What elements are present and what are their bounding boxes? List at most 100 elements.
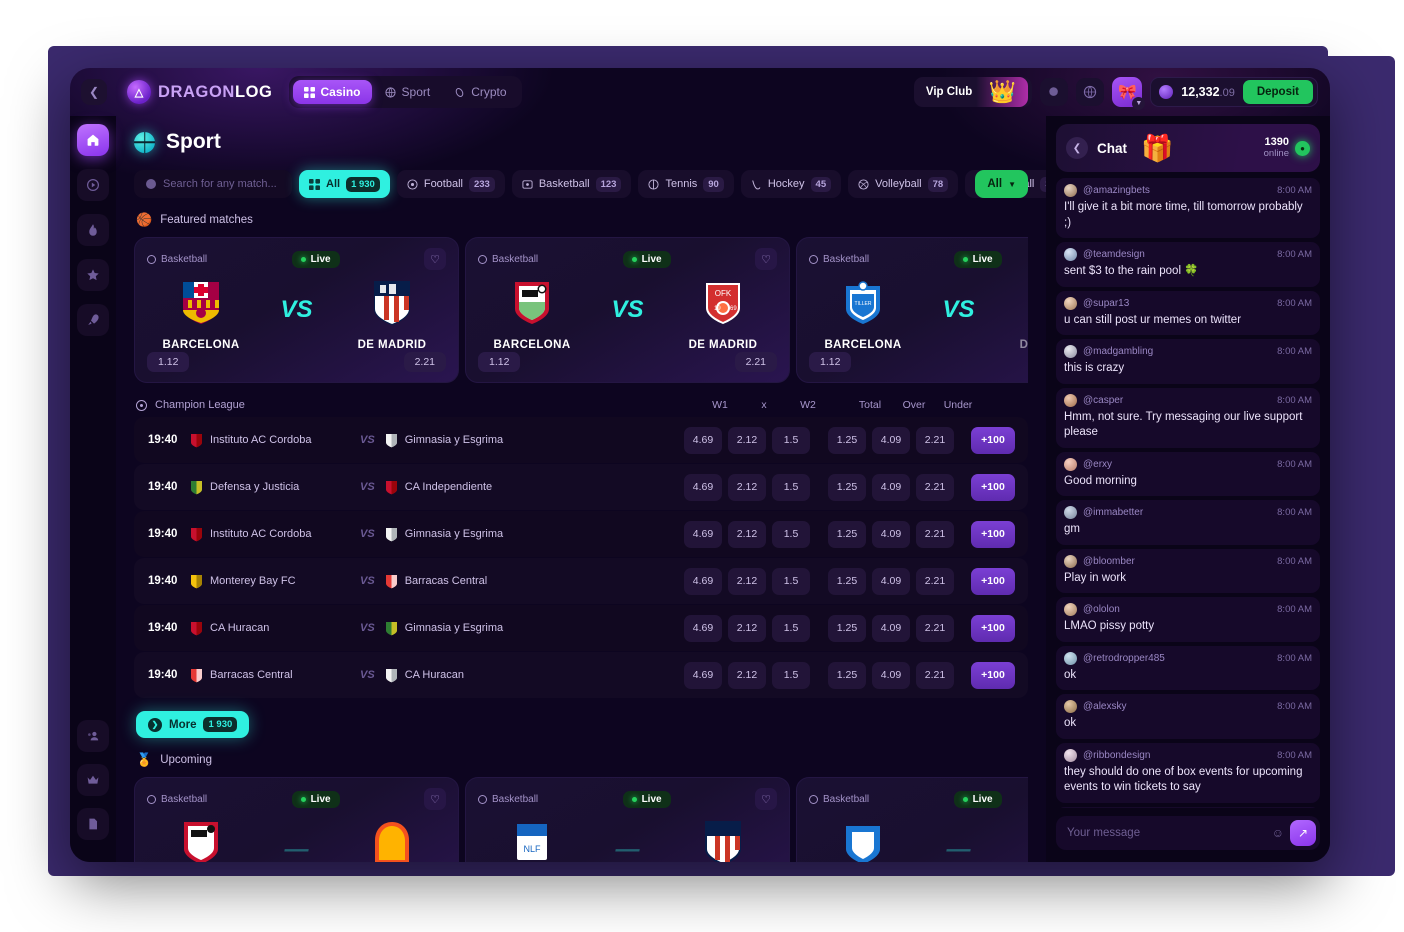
sidebar-item-docs[interactable] [77,808,109,840]
away-odd[interactable]: 2.21 [403,352,446,372]
odd-w1[interactable]: 4.69 [684,661,722,689]
odd-under[interactable]: 2.21 [916,567,954,595]
chat-back-button[interactable]: ❮ [1066,137,1088,159]
table-row[interactable]: 19:40 Monterey Bay FC VS Barracas Central 4.… [134,558,1028,604]
upcoming-match-card[interactable]: Basketball Live ♡ — [796,777,1028,862]
nav-tab-crypto[interactable]: Crypto [443,80,517,104]
sport-chip-basketball[interactable]: Basketball 123 [511,170,632,198]
odd-w2[interactable]: 1.5 [772,614,810,642]
home-odd[interactable]: 1.12 [147,352,190,372]
upcoming-match-card[interactable]: Basketball Live ♡ NLF — [465,777,790,862]
chat-username[interactable]: @madgambling [1083,346,1153,357]
sport-chip-football[interactable]: Football 233 [396,170,505,198]
sport-chip-hockey[interactable]: Hockey 45 [740,170,842,198]
language-globe-icon[interactable] [1076,78,1105,106]
brand-logo[interactable]: △ DRAGONLOG [127,80,273,104]
odd-x[interactable]: 2.12 [728,426,766,454]
more-odds-button[interactable]: +100 [971,614,1015,642]
chat-username[interactable]: @amazingbets [1083,185,1150,196]
more-odds-button[interactable]: +100 [971,426,1015,454]
odd-w1[interactable]: 4.69 [684,473,722,501]
odd-x[interactable]: 2.12 [728,473,766,501]
odd-total[interactable]: 1.25 [828,473,866,501]
search-input[interactable] [163,178,280,190]
odd-total[interactable]: 1.25 [828,614,866,642]
home-odd[interactable]: 1.12 [809,352,852,372]
featured-match-card[interactable]: Basketball Live ♡ [465,237,790,383]
deposit-button[interactable]: Deposit [1242,80,1313,104]
table-row[interactable]: 19:40 Instituto AC Cordoba VS Gimnasia y Es… [134,417,1028,463]
send-message-button[interactable]: ↗ [1290,820,1316,846]
odd-over[interactable]: 4.09 [872,567,910,595]
odd-under[interactable]: 2.21 [916,661,954,689]
odd-x[interactable]: 2.12 [728,661,766,689]
odd-w2[interactable]: 1.5 [772,473,810,501]
favorite-button[interactable]: ♡ [755,248,777,270]
sidebar-item-boost[interactable] [77,304,109,336]
balance-display[interactable]: 12,332.09 Deposit [1150,77,1318,107]
chat-username[interactable]: @retrodropper485 [1083,653,1165,664]
chat-username[interactable]: @ololon [1083,604,1120,615]
odd-total[interactable]: 1.25 [828,520,866,548]
odd-w2[interactable]: 1.5 [772,661,810,689]
sport-chip-volleyball[interactable]: Volleyball 78 [848,170,959,198]
favorite-button[interactable]: ♡ [424,248,446,270]
more-matches-button[interactable]: ❯ More 1 930 [136,711,250,738]
sidebar-item-home[interactable] [77,124,109,156]
odd-over[interactable]: 4.09 [872,661,910,689]
gift-box-icon[interactable]: 🎁 [1141,135,1173,161]
chat-username[interactable]: @teamdesign [1083,249,1145,260]
odd-under[interactable]: 2.21 [916,614,954,642]
all-sports-dropdown[interactable]: All ▼ [975,170,1028,198]
more-odds-button[interactable]: +100 [971,661,1015,689]
sidebar-item-live[interactable] [77,169,109,201]
odd-x[interactable]: 2.12 [728,520,766,548]
odd-under[interactable]: 2.21 [916,426,954,454]
chat-message-input[interactable] [1067,827,1272,839]
odd-total[interactable]: 1.25 [828,567,866,595]
vip-club-button[interactable]: Vip Club 👑 [913,77,1033,107]
more-odds-button[interactable]: +100 [971,473,1015,501]
chat-username[interactable]: @casper [1083,395,1123,406]
odd-over[interactable]: 4.09 [872,520,910,548]
sidebar-item-favorites[interactable] [77,259,109,291]
search-circle-icon[interactable] [1040,78,1069,106]
sport-chip-all[interactable]: All 1 930 [299,170,390,198]
upcoming-match-card[interactable]: Basketball Live ♡ — [134,777,459,862]
emoji-icon[interactable]: ☺ [1272,826,1284,840]
more-odds-button[interactable]: +100 [971,520,1015,548]
nav-tab-sport[interactable]: Sport [374,80,442,104]
chat-username[interactable]: @erxy [1083,459,1112,470]
odd-total[interactable]: 1.25 [828,661,866,689]
table-row[interactable]: 19:40 Instituto AC Cordoba VS Gimnasia y Es… [134,511,1028,557]
table-row[interactable]: 19:40 Defensa y Justicia VS CA Independient… [134,464,1028,510]
sidebar-item-vip[interactable] [77,764,109,796]
nav-tab-casino[interactable]: Casino [292,80,372,104]
chat-username[interactable]: @bloomber [1083,556,1135,567]
away-odd[interactable]: 2.21 [734,352,777,372]
odd-total[interactable]: 1.25 [828,426,866,454]
featured-match-card[interactable]: Basketball Live ♡ [134,237,459,383]
chat-username[interactable]: @supar13 [1083,298,1129,309]
odd-w1[interactable]: 4.69 [684,426,722,454]
odd-x[interactable]: 2.12 [728,567,766,595]
odd-over[interactable]: 4.09 [872,473,910,501]
table-row[interactable]: 19:40 CA Huracan VS Gimnasia y Esgrima 4.69 2… [134,605,1028,651]
odd-under[interactable]: 2.21 [916,520,954,548]
odd-over[interactable]: 4.09 [872,426,910,454]
favorite-button[interactable]: ♡ [755,788,777,810]
user-avatar[interactable]: 🎀 ▼ [1112,77,1146,110]
sidebar-item-referrals[interactable] [77,720,109,752]
odd-w2[interactable]: 1.5 [772,567,810,595]
favorite-button[interactable]: ♡ [424,788,446,810]
chat-message-list[interactable]: @amazingbets 8:00 AM I'll give it a bit mo… [1046,172,1330,808]
odd-w1[interactable]: 4.69 [684,567,722,595]
home-odd[interactable]: 1.12 [478,352,521,372]
sidebar-item-hot[interactable] [77,214,109,246]
chat-username[interactable]: @immabetter [1083,507,1143,518]
odd-w2[interactable]: 1.5 [772,520,810,548]
featured-match-card[interactable]: Basketball Live ♡ TILLER [796,237,1028,383]
odd-w2[interactable]: 1.5 [772,426,810,454]
sport-chip-tennis[interactable]: Tennis 90 [638,170,734,198]
more-odds-button[interactable]: +100 [971,567,1015,595]
